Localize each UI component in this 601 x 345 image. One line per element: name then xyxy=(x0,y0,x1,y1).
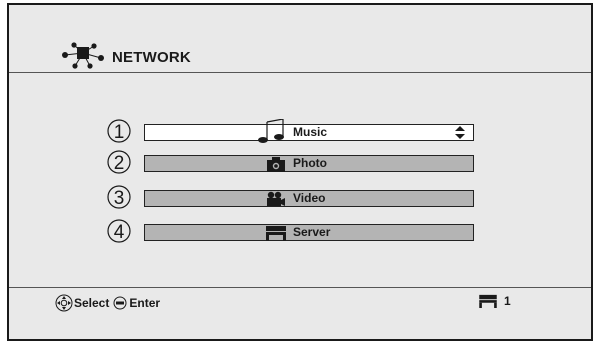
menu-item-music[interactable]: 1 Music xyxy=(105,119,477,143)
page-title: NETWORK xyxy=(112,49,191,66)
menu-item-photo[interactable]: 2 Photo xyxy=(105,150,477,174)
server-option-box[interactable]: Server xyxy=(144,224,474,241)
number-2-badge: 2 xyxy=(105,150,133,174)
controls-hint: Select Enter xyxy=(55,294,160,312)
music-option-box[interactable]: Music xyxy=(144,119,474,143)
camera-icon xyxy=(267,157,285,172)
video-camera-icon xyxy=(267,191,285,206)
video-option-box[interactable]: Video xyxy=(144,190,474,207)
svg-text:2: 2 xyxy=(114,153,125,174)
music-note-icon xyxy=(258,119,284,143)
up-down-arrows-icon[interactable] xyxy=(455,126,465,139)
svg-text:1: 1 xyxy=(114,122,125,143)
menu-item-label: Music xyxy=(293,125,328,139)
enter-button-icon xyxy=(113,296,127,310)
number-3-badge: 3 xyxy=(105,185,133,209)
server-icon xyxy=(479,294,497,308)
footer: Select Enter 1 xyxy=(9,287,591,339)
menu-item-label: Video xyxy=(293,191,326,205)
menu-item-label: Server xyxy=(293,225,331,239)
number-1-badge: 1 xyxy=(105,119,133,143)
dpad-icon xyxy=(55,294,73,312)
network-icon xyxy=(62,42,104,69)
menu-item-label: Photo xyxy=(293,156,327,170)
server-count-value: 1 xyxy=(504,294,511,308)
svg-text:3: 3 xyxy=(114,188,125,209)
menu-item-server[interactable]: 4 Server xyxy=(105,219,477,243)
server-count: 1 xyxy=(478,294,511,308)
number-4-badge: 4 xyxy=(105,219,133,243)
select-label: Select xyxy=(74,296,110,310)
server-icon xyxy=(266,226,286,241)
enter-label: Enter xyxy=(129,296,161,310)
header: NETWORK xyxy=(9,5,591,73)
svg-text:4: 4 xyxy=(114,222,125,243)
network-screen: NETWORK 1 Music 2 Photo 3 Video 4 Server… xyxy=(7,3,593,341)
menu-item-video[interactable]: 3 Video xyxy=(105,185,477,209)
photo-option-box[interactable]: Photo xyxy=(144,155,474,172)
